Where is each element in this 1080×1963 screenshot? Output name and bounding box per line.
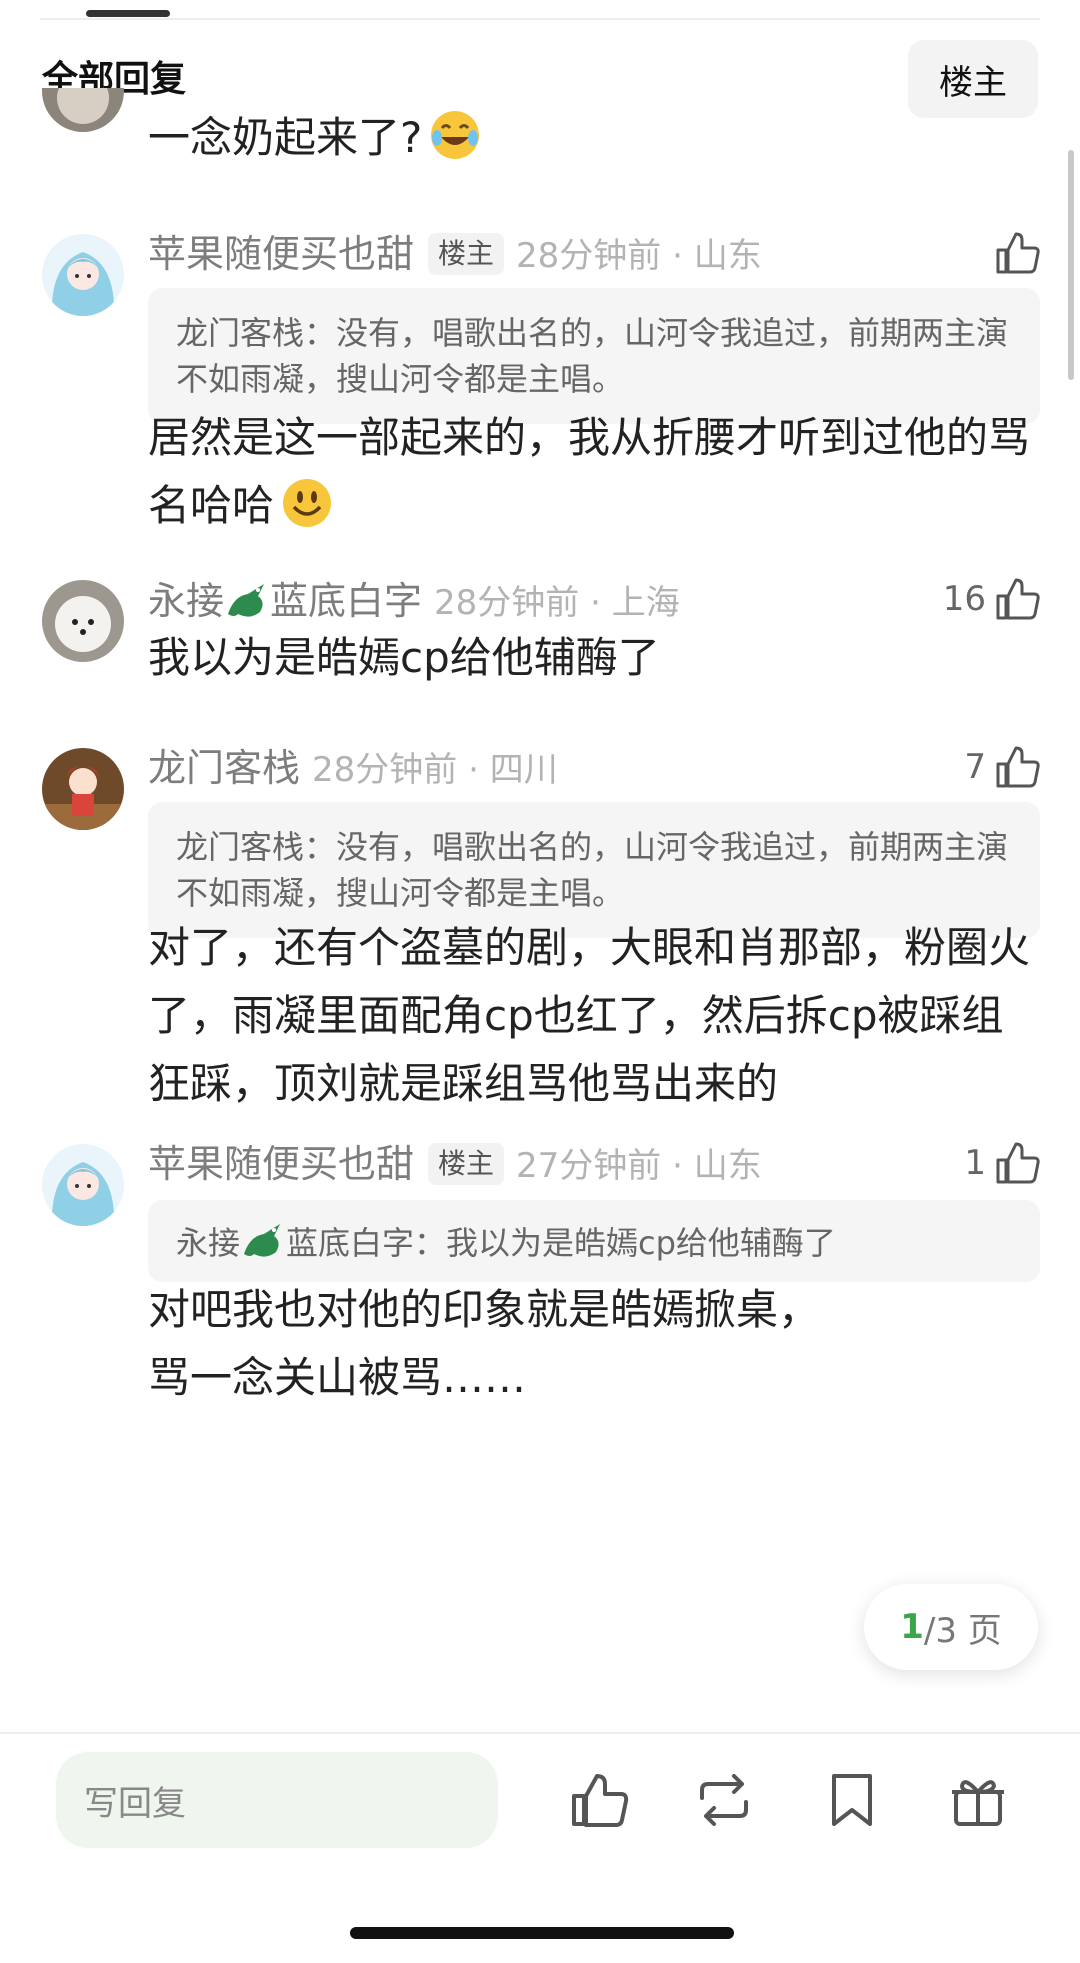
repost-icon bbox=[700, 1774, 748, 1826]
op-badge: 楼主 bbox=[428, 233, 505, 275]
thumbs-up-icon bbox=[996, 746, 1040, 788]
username[interactable]: 永接 蓝底白字 bbox=[148, 579, 422, 623]
thumbs-up-icon bbox=[572, 1774, 629, 1827]
like-post-button[interactable] bbox=[566, 1768, 630, 1832]
avatar[interactable] bbox=[42, 88, 124, 132]
bottom-divider bbox=[0, 1732, 1080, 1734]
comment-meta: 28分钟前 · 上海 bbox=[434, 583, 680, 623]
comment-text: 一念奶起来了? bbox=[148, 104, 1040, 172]
avatar[interactable] bbox=[42, 234, 124, 316]
bookmark-icon bbox=[832, 1774, 872, 1826]
repost-button[interactable] bbox=[692, 1768, 756, 1832]
avatar[interactable] bbox=[42, 580, 124, 662]
comment-meta: 28分钟前 · 山东 bbox=[516, 236, 762, 276]
comment-text: 对了，还有个盗墓的剧，大眼和肖那部，粉圈火了，雨凝里面配角cp也红了，然后拆cp… bbox=[148, 923, 1031, 1108]
gift-button[interactable] bbox=[946, 1768, 1010, 1832]
home-indicator[interactable] bbox=[350, 1927, 734, 1939]
op-badge: 楼主 bbox=[428, 1143, 505, 1185]
comment-text: 居然是这一部起来的，我从折腰才听到过他的骂名哈哈 bbox=[148, 413, 1031, 530]
username[interactable]: 龙门客栈 bbox=[148, 746, 300, 790]
gift-icon bbox=[952, 1780, 1004, 1826]
crocodile-icon bbox=[240, 1216, 286, 1262]
comment-text: 对吧我也对他的印象就是皓嫣掀桌， 骂一念关山被骂…… bbox=[148, 1285, 821, 1402]
current-page: 1 bbox=[900, 1607, 924, 1647]
like-button[interactable]: 1 bbox=[964, 1140, 1040, 1186]
comment-text: 我以为是皓嫣cp给他辅酶了 bbox=[148, 633, 660, 682]
page-indicator[interactable]: 1/3 页 bbox=[864, 1584, 1038, 1670]
like-count: 7 bbox=[964, 747, 986, 787]
sheet-drag-handle[interactable] bbox=[86, 10, 170, 17]
like-count: 16 bbox=[942, 579, 986, 619]
like-button[interactable]: 16 bbox=[943, 576, 1040, 622]
laughing-tears-emoji-icon bbox=[428, 108, 482, 162]
comment-author-row: 永接 蓝底白字 28分钟前 · 上海 bbox=[148, 576, 680, 627]
thumbs-up-icon bbox=[996, 578, 1040, 620]
bookmark-button[interactable] bbox=[820, 1768, 884, 1832]
comment-author-row: 苹果随便买也甜 楼主 28分钟前 · 山东 bbox=[148, 230, 762, 280]
comment-meta: 27分钟前 · 山东 bbox=[516, 1146, 762, 1186]
crocodile-icon bbox=[224, 576, 270, 622]
like-count: 1 bbox=[964, 1143, 986, 1183]
comment-meta: 28分钟前 · 四川 bbox=[312, 750, 558, 790]
total-pages: /3 页 bbox=[923, 1610, 1002, 1651]
avatar[interactable] bbox=[42, 748, 124, 830]
thumbs-up-icon bbox=[996, 232, 1040, 274]
scrollbar[interactable] bbox=[1068, 150, 1074, 380]
username[interactable]: 苹果随便买也甜 bbox=[148, 232, 414, 276]
smiley-emoji-icon bbox=[280, 476, 334, 530]
avatar[interactable] bbox=[42, 1144, 124, 1226]
comment-author-row: 龙门客栈 28分钟前 · 四川 bbox=[148, 744, 558, 794]
username[interactable]: 苹果随便买也甜 bbox=[148, 1142, 414, 1186]
thumbs-up-icon bbox=[996, 1142, 1040, 1184]
reply-input[interactable]: 写回复 bbox=[56, 1752, 498, 1848]
comment-thread-page: 全部回复 楼主 一念奶起来了? 苹果随便买也甜 楼主 28分钟前 · 山东 龙门客栈… bbox=[0, 0, 1080, 1963]
like-button[interactable]: 7 bbox=[964, 744, 1040, 790]
top-divider bbox=[40, 18, 1040, 20]
comment-author-row: 苹果随便买也甜 楼主 27分钟前 · 山东 bbox=[148, 1140, 762, 1190]
quoted-reply[interactable]: 永接 蓝底白字：我以为是皓嫣cp给他辅酶了 bbox=[148, 1200, 1040, 1282]
like-button[interactable] bbox=[986, 230, 1040, 276]
